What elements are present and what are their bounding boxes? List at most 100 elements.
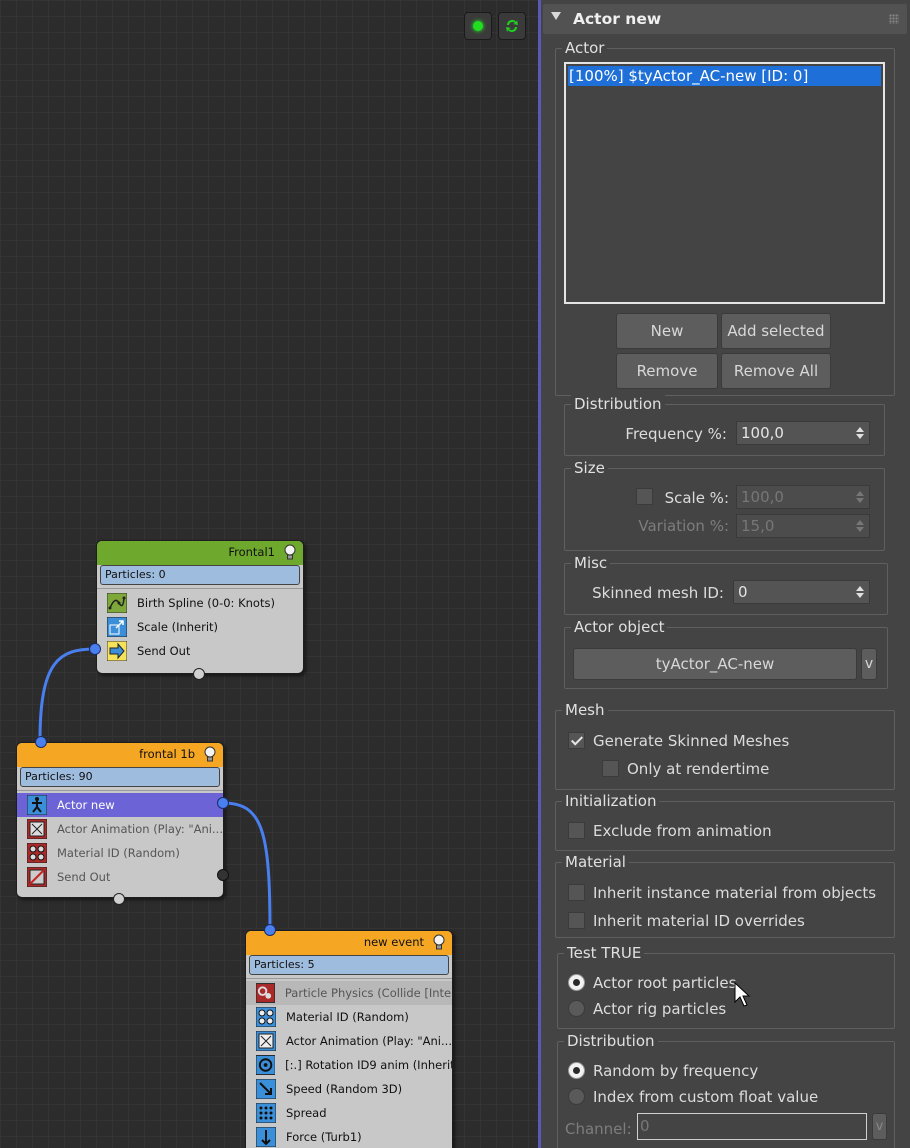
operator-force[interactable]: Force (Turb1) bbox=[246, 1125, 452, 1148]
particle-count: Particles: 0 bbox=[100, 565, 300, 585]
inherit-instance-checkbox[interactable] bbox=[568, 884, 585, 901]
new-button[interactable]: New bbox=[616, 313, 718, 349]
rollout-title: Actor new bbox=[573, 10, 662, 28]
operator-label: Material ID (Random) bbox=[286, 1010, 409, 1024]
operator-actor-animation[interactable]: Actor Animation (Play: "Ani... bbox=[17, 817, 223, 841]
add-selected-button[interactable]: Add selected bbox=[721, 313, 831, 349]
spinner-arrows-icon[interactable] bbox=[856, 585, 864, 599]
node-frontal-1b[interactable]: frontal 1b Particles: 90 Actor new Actor… bbox=[16, 736, 229, 905]
actor-icon bbox=[27, 795, 47, 815]
operator-particle-physics[interactable]: Particle Physics (Collide [Inte... bbox=[246, 981, 452, 1005]
operator-label: Material ID (Random) bbox=[57, 846, 180, 860]
index-custom-radio[interactable] bbox=[568, 1088, 585, 1105]
actor-root-radio[interactable] bbox=[568, 974, 585, 991]
inherit-overrides-checkbox[interactable] bbox=[568, 912, 585, 929]
skinned-mesh-spinner[interactable]: 0 bbox=[733, 580, 870, 604]
operator-send-out[interactable]: Send Out bbox=[17, 865, 223, 889]
operator-material-id[interactable]: Material ID (Random) bbox=[17, 841, 223, 865]
material-id-icon bbox=[256, 1007, 276, 1027]
material-id-icon bbox=[27, 843, 47, 863]
operator-actor-new[interactable]: Actor new bbox=[17, 793, 223, 817]
scale-spinner[interactable]: 100,0 bbox=[736, 485, 870, 509]
lightbulb-icon[interactable] bbox=[431, 933, 447, 951]
operator-material-id[interactable]: Material ID (Random) bbox=[246, 1005, 452, 1029]
scale-label: Scale %: bbox=[664, 489, 729, 507]
random-frequency-radio[interactable] bbox=[568, 1062, 585, 1079]
green-dot-icon[interactable] bbox=[464, 12, 492, 40]
operator-label: Send Out bbox=[57, 870, 111, 884]
spinner-arrows-icon[interactable] bbox=[856, 490, 864, 504]
operator-label: Speed (Random 3D) bbox=[286, 1082, 403, 1096]
grip-icon[interactable] bbox=[889, 14, 899, 24]
input-port[interactable] bbox=[264, 924, 276, 936]
send-out-icon bbox=[107, 641, 127, 661]
inherit-overrides-label: Inherit material ID overrides bbox=[593, 912, 805, 930]
remove-all-button[interactable]: Remove All bbox=[721, 353, 831, 389]
rollout-header[interactable]: Actor new bbox=[543, 4, 907, 34]
lightbulb-icon[interactable] bbox=[202, 745, 218, 763]
properties-panel: Actor new Actor [100%] $tyActor_AC-new [… bbox=[541, 0, 910, 1148]
remove-button[interactable]: Remove bbox=[616, 353, 718, 389]
actor-list-item[interactable]: [100%] $tyActor_AC-new [ID: 0] bbox=[568, 66, 881, 86]
actor-object-dropdown[interactable]: v bbox=[861, 648, 877, 680]
frequency-label: Frequency %: bbox=[625, 425, 727, 443]
skinned-mesh-label: Skinned mesh ID: bbox=[592, 584, 724, 602]
operator-scale[interactable]: Scale (Inherit) bbox=[97, 615, 303, 639]
mouse-cursor-icon bbox=[734, 982, 750, 1007]
variation-spinner[interactable]: 15,0 bbox=[736, 514, 870, 538]
collapse-arrow-icon[interactable] bbox=[551, 12, 561, 20]
group-title: Distribution bbox=[564, 1032, 658, 1050]
actor-object-button[interactable]: tyActor_AC-new bbox=[573, 648, 857, 680]
actor-rig-radio[interactable] bbox=[568, 1000, 585, 1017]
operator-birth-spline[interactable]: Birth Spline (0-0: Knots) bbox=[97, 591, 303, 615]
operator-list: Actor new Actor Animation (Play: "Ani...… bbox=[17, 790, 223, 889]
node-new-event[interactable]: new event Particles: 5 Particle Physics … bbox=[245, 924, 453, 1148]
operator-spread[interactable]: Spread bbox=[246, 1101, 452, 1125]
particle-count: Particles: 5 bbox=[249, 955, 449, 975]
operator-send-out[interactable]: Send Out bbox=[97, 639, 303, 663]
spinner-arrows-icon[interactable] bbox=[856, 426, 864, 440]
operator-rotation[interactable]: [:.] Rotation ID9 anim (Inherit) bbox=[246, 1053, 452, 1077]
input-port[interactable] bbox=[35, 736, 47, 748]
frequency-spinner[interactable]: 100,0 bbox=[736, 421, 870, 445]
lightbulb-icon[interactable] bbox=[282, 543, 298, 561]
actor-animation-icon bbox=[27, 819, 47, 839]
generate-skinned-label: Generate Skinned Meshes bbox=[593, 732, 790, 750]
rendertime-checkbox[interactable] bbox=[602, 760, 619, 777]
actor-listbox[interactable]: [100%] $tyActor_AC-new [ID: 0] bbox=[564, 62, 885, 304]
operator-label: [:.] Rotation ID9 anim (Inherit) bbox=[285, 1058, 452, 1072]
spinner-arrows-icon[interactable] bbox=[856, 519, 864, 533]
output-port[interactable] bbox=[217, 869, 229, 881]
group-size: Size bbox=[564, 459, 885, 551]
operator-speed[interactable]: Speed (Random 3D) bbox=[246, 1077, 452, 1101]
operator-actor-animation[interactable]: Actor Animation (Play: "Ani... bbox=[246, 1029, 452, 1053]
bottom-port[interactable] bbox=[193, 668, 205, 680]
bottom-port[interactable] bbox=[113, 893, 125, 905]
output-port[interactable] bbox=[217, 797, 229, 809]
node-canvas[interactable]: Frontal1 Particles: 0 Birth Spline (0-0:… bbox=[0, 0, 538, 1148]
group-title: Misc bbox=[571, 554, 611, 572]
birth-spline-icon bbox=[107, 593, 127, 613]
exclude-animation-checkbox[interactable] bbox=[568, 822, 585, 839]
node-header[interactable]: Frontal1 bbox=[97, 541, 303, 565]
channel-input[interactable]: 0 bbox=[637, 1113, 867, 1140]
node-title: new event bbox=[363, 935, 424, 949]
actor-animation-icon bbox=[256, 1031, 276, 1051]
inherit-instance-label: Inherit instance material from objects bbox=[593, 884, 877, 902]
output-port[interactable] bbox=[89, 643, 101, 655]
group-title: Distribution bbox=[571, 395, 665, 413]
group-title: Test TRUE bbox=[564, 944, 645, 962]
wire-frontal1-to-frontal1b bbox=[38, 647, 96, 741]
operator-list: Birth Spline (0-0: Knots) Scale (Inherit… bbox=[97, 588, 303, 663]
actor-rig-label: Actor rig particles bbox=[593, 1000, 727, 1018]
node-header[interactable]: new event bbox=[246, 931, 452, 955]
random-frequency-label: Random by frequency bbox=[593, 1062, 759, 1080]
index-custom-label: Index from custom float value bbox=[593, 1088, 819, 1106]
operator-label: Scale (Inherit) bbox=[137, 620, 219, 634]
channel-dropdown[interactable]: v bbox=[872, 1113, 887, 1140]
refresh-icon[interactable] bbox=[498, 12, 526, 40]
generate-skinned-checkbox[interactable] bbox=[568, 732, 585, 749]
particle-count: Particles: 90 bbox=[20, 767, 220, 787]
node-header[interactable]: frontal 1b bbox=[17, 743, 223, 767]
node-frontal1[interactable]: Frontal1 Particles: 0 Birth Spline (0-0:… bbox=[89, 540, 304, 680]
